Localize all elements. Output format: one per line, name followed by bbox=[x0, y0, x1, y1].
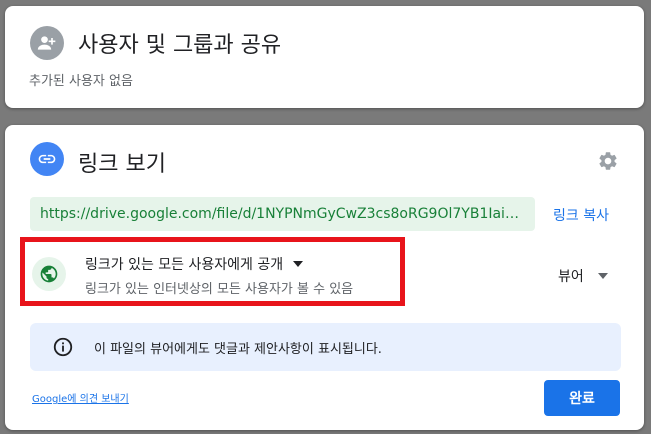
role-label: 뷰어 bbox=[558, 269, 584, 285]
general-access-dropdown[interactable]: 링크가 있는 모든 사용자에게 공개 bbox=[85, 254, 304, 274]
get-link-title: 링크 보기 bbox=[78, 152, 166, 177]
link-url-text: https://drive.google.com/file/d/1NYPNmGy… bbox=[40, 206, 525, 222]
role-dropdown[interactable]: 뷰어 bbox=[558, 266, 608, 286]
add-person-icon bbox=[30, 26, 64, 60]
done-button[interactable]: 완료 bbox=[544, 380, 620, 416]
dropdown-arrow-icon bbox=[597, 273, 608, 279]
share-with-people-card: 사용자 및 그룹과 공유 추가된 사용자 없음 bbox=[5, 6, 644, 108]
info-banner: 이 파일의 뷰어에게도 댓글과 제안사항이 표시됩니다. bbox=[30, 323, 621, 371]
get-link-card: 링크 보기 https://drive.google.com/file/d/1N… bbox=[5, 125, 644, 430]
general-access-label: 링크가 있는 모든 사용자에게 공개 bbox=[85, 257, 284, 273]
gear-icon[interactable] bbox=[597, 150, 619, 172]
copy-link-button[interactable]: 링크 복사 bbox=[553, 205, 609, 225]
link-url-field[interactable]: https://drive.google.com/file/d/1NYPNmGy… bbox=[30, 197, 535, 231]
general-access-description: 링크가 있는 인터넷상의 모든 사용자가 볼 수 있음 bbox=[85, 282, 354, 297]
link-icon bbox=[30, 142, 64, 176]
share-dialog-title: 사용자 및 그룹과 공유 bbox=[78, 33, 282, 58]
info-text: 이 파일의 뷰어에게도 댓글과 제안사항이 표시됩니다. bbox=[94, 341, 382, 357]
dropdown-arrow-icon bbox=[293, 261, 304, 267]
no-users-text: 추가된 사용자 없음 bbox=[29, 74, 133, 89]
globe-icon bbox=[32, 257, 66, 291]
send-feedback-link[interactable]: Google에 의견 보내기 bbox=[32, 390, 129, 405]
info-icon bbox=[53, 337, 73, 357]
